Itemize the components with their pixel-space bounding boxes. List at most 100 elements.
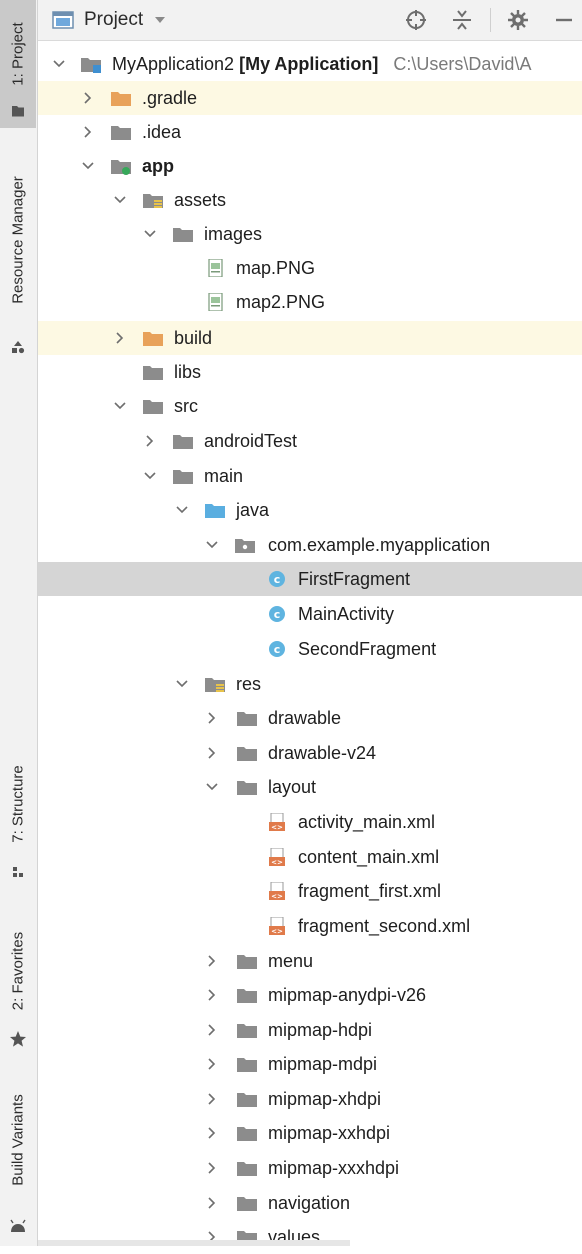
collapse-all-button[interactable] — [448, 0, 476, 40]
tree-label: navigation — [268, 1193, 351, 1213]
tree-row-java[interactable]: java — [38, 493, 582, 527]
tree-row-secondfragment[interactable]: SecondFragment — [38, 632, 582, 666]
folder-icon — [236, 1055, 258, 1073]
folder-icon — [142, 363, 164, 381]
tree-row-build[interactable]: build — [38, 321, 582, 355]
tree-row-src[interactable]: src — [38, 389, 582, 423]
image-file-icon — [204, 259, 226, 277]
chevron-right-icon[interactable] — [204, 944, 220, 978]
tree-row-assets[interactable]: assets — [38, 183, 582, 217]
tree-label: build — [174, 328, 213, 348]
tree-row-res[interactable]: res — [38, 667, 582, 701]
chevron-right-icon[interactable] — [142, 424, 158, 458]
folder-icon — [110, 123, 132, 141]
chevron-right-icon[interactable] — [204, 1082, 220, 1116]
chevron-right-icon[interactable] — [112, 321, 128, 355]
resource-manager-icon — [12, 341, 25, 354]
module-name: [My Application] — [239, 54, 379, 74]
chevron-down-icon[interactable] — [204, 528, 220, 562]
tree-row-package[interactable]: com.example.myapplication — [38, 528, 582, 562]
folder-icon — [236, 952, 258, 970]
chevron-right-icon[interactable] — [204, 1186, 220, 1220]
tree-label: mipmap-xxxhdpi — [268, 1158, 400, 1178]
tree-row-libs[interactable]: libs — [38, 355, 582, 389]
tree-label: .gradle — [142, 88, 198, 108]
folder-icon — [172, 225, 194, 243]
tab-resource-manager-label: Resource Manager — [9, 176, 27, 304]
tree-row-mipmap-hdpi[interactable]: mipmap-hdpi — [38, 1013, 582, 1047]
tree-label: libs — [174, 362, 202, 382]
tree-row-mipmap-xxxhdpi[interactable]: mipmap-xxxhdpi — [38, 1151, 582, 1185]
tool-window-strip: 1: Project Resource Manager 7: Structure… — [0, 0, 38, 1246]
tree-row-menu[interactable]: menu — [38, 944, 582, 978]
chevron-down-icon[interactable] — [174, 493, 190, 527]
tree-label: drawable-v24 — [268, 743, 377, 763]
tree-row-drawable-v24[interactable]: drawable-v24 — [38, 736, 582, 770]
horizontal-scrollbar[interactable] — [38, 1240, 350, 1246]
xml-file-icon — [266, 848, 288, 866]
tree-row-drawable[interactable]: drawable — [38, 701, 582, 735]
tree-row-images[interactable]: images — [38, 217, 582, 251]
tree-row-content-main-xml[interactable]: content_main.xml — [38, 840, 582, 874]
folder-icon — [236, 1124, 258, 1142]
chevron-right-icon[interactable] — [204, 1116, 220, 1150]
settings-button[interactable] — [504, 0, 532, 40]
chevron-right-icon[interactable] — [80, 115, 96, 149]
tree-row-firstfragment[interactable]: FirstFragment — [38, 562, 582, 596]
star-icon — [10, 1031, 26, 1047]
tree-label: fragment_first.xml — [298, 881, 442, 901]
tree-row-androidtest[interactable]: androidTest — [38, 424, 582, 458]
hide-button[interactable] — [550, 0, 578, 40]
tree-row-idea[interactable]: .idea — [38, 115, 582, 149]
tab-project[interactable]: 1: Project — [0, 0, 36, 128]
locate-button[interactable] — [402, 0, 430, 40]
chevron-right-icon[interactable] — [204, 978, 220, 1012]
tree-label: mipmap-mdpi — [268, 1054, 378, 1074]
chevron-down-icon[interactable] — [51, 47, 67, 81]
chevron-down-icon[interactable] — [142, 459, 158, 493]
tree-row-fragment-second-xml[interactable]: fragment_second.xml — [38, 909, 582, 943]
chevron-down-icon[interactable] — [204, 770, 220, 804]
tab-build-variants[interactable]: Build Variants — [0, 1080, 36, 1246]
tree-row-gradle[interactable]: .gradle — [38, 81, 582, 115]
tree-row-activity-main-xml[interactable]: activity_main.xml — [38, 805, 582, 839]
locate-icon — [406, 10, 426, 30]
folder-icon — [236, 1021, 258, 1039]
chevron-down-icon[interactable] — [112, 183, 128, 217]
tab-structure[interactable]: 7: Structure — [0, 745, 36, 885]
tree-row-navigation[interactable]: navigation — [38, 1186, 582, 1220]
tree-row-mipmap-anydpi-v26[interactable]: mipmap-anydpi-v26 — [38, 978, 582, 1012]
tree-row-mipmap-mdpi[interactable]: mipmap-mdpi — [38, 1047, 582, 1081]
chevron-right-icon[interactable] — [80, 81, 96, 115]
chevron-down-icon[interactable] — [174, 667, 190, 701]
project-toolbar: Project — [38, 0, 582, 41]
tree-row-map2-png[interactable]: map2.PNG — [38, 285, 582, 319]
tree-row-values[interactable]: values — [38, 1220, 582, 1254]
chevron-down-icon[interactable] — [80, 149, 96, 183]
chevron-right-icon[interactable] — [204, 1220, 220, 1254]
chevron-right-icon[interactable] — [204, 736, 220, 770]
chevron-down-icon[interactable] — [142, 217, 158, 251]
tree-row-fragment-first-xml[interactable]: fragment_first.xml — [38, 874, 582, 908]
tree-row-root[interactable]: MyApplication2 [My Application] C:\Users… — [38, 47, 582, 81]
tree-row-map-png[interactable]: map.PNG — [38, 251, 582, 285]
chevron-right-icon[interactable] — [204, 1151, 220, 1185]
chevron-right-icon[interactable] — [204, 701, 220, 735]
tree-label: content_main.xml — [298, 847, 440, 867]
tree-label: res — [236, 674, 262, 694]
tree-row-mipmap-xxhdpi[interactable]: mipmap-xxhdpi — [38, 1116, 582, 1150]
tree-row-app[interactable]: app — [38, 149, 582, 183]
chevron-right-icon[interactable] — [204, 1013, 220, 1047]
tab-favorites[interactable]: 2: Favorites — [0, 915, 36, 1055]
tree-row-main[interactable]: main — [38, 459, 582, 493]
tree-row-layout[interactable]: layout — [38, 770, 582, 804]
project-view-title: Project — [84, 9, 144, 30]
project-view-selector[interactable]: Project — [52, 0, 167, 40]
tree-row-mainactivity[interactable]: MainActivity — [38, 597, 582, 631]
tree-row-mipmap-xhdpi[interactable]: mipmap-xhdpi — [38, 1082, 582, 1116]
chevron-right-icon[interactable] — [204, 1047, 220, 1081]
gear-icon — [508, 10, 528, 30]
excluded-folder-icon — [110, 89, 132, 107]
tab-resource-manager[interactable]: Resource Manager — [0, 160, 36, 360]
chevron-down-icon[interactable] — [112, 389, 128, 423]
